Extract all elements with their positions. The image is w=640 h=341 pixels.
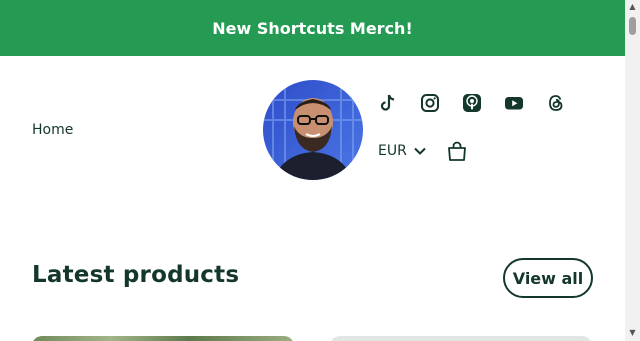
youtube-icon[interactable] — [503, 92, 525, 114]
scroll-up-arrow-icon[interactable]: ▲ — [628, 2, 637, 11]
podcasts-icon[interactable] — [461, 92, 483, 114]
avatar[interactable] — [263, 80, 363, 180]
shopping-bag-icon — [448, 141, 466, 161]
threads-icon[interactable] — [545, 92, 567, 114]
chevron-down-icon — [414, 147, 426, 155]
avatar-image — [263, 80, 363, 180]
section-title-latest-products: Latest products — [32, 262, 240, 288]
product-card-image[interactable] — [32, 336, 294, 341]
instagram-icon[interactable] — [419, 92, 441, 114]
currency-selector[interactable]: EUR — [378, 141, 427, 161]
view-all-button[interactable]: View all — [503, 258, 593, 298]
currency-label: EUR — [378, 143, 407, 159]
scrollbar-thumb[interactable] — [629, 17, 636, 35]
announcement-bar[interactable]: New Shortcuts Merch! — [0, 0, 625, 56]
scroll-down-arrow-icon[interactable]: ▼ — [628, 328, 637, 337]
tiktok-icon[interactable] — [377, 92, 399, 114]
product-card-image[interactable] — [330, 336, 592, 341]
page: New Shortcuts Merch! Home EUR Latest pro… — [0, 0, 625, 341]
nav-link-home[interactable]: Home — [32, 122, 73, 138]
cart-button[interactable] — [446, 140, 468, 162]
scrollbar[interactable]: ▲ ▼ — [625, 0, 640, 341]
